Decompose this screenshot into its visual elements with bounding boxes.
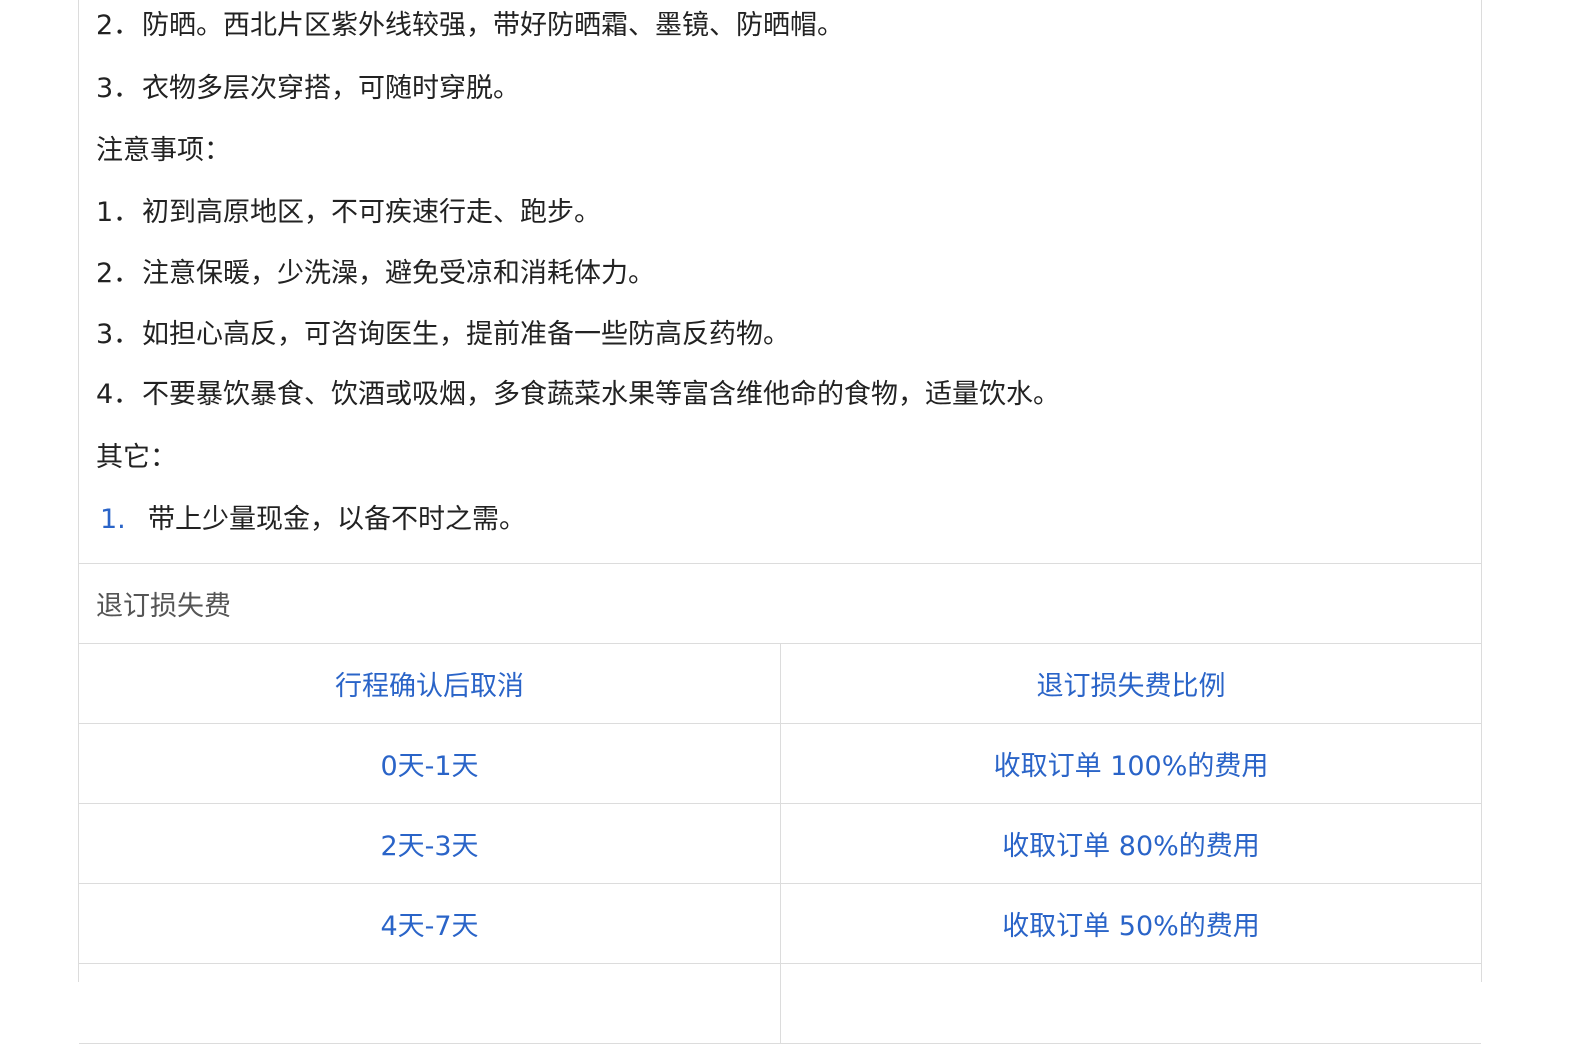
list-item-text: 初到高原地区，不可疾速行走、跑步。 [142,197,601,228]
list-number: 2． [96,258,141,289]
caution-item-2: 2．注意保暖，少洗澡，避免受凉和消耗体力。 [96,256,655,292]
caution-item-1: 1．初到高原地区，不可疾速行走、跑步。 [96,195,601,231]
table-header-row: 行程确认后取消 退订损失费比例 [79,644,1481,724]
list-item-text: 带上少量现金，以备不时之需。 [148,504,526,535]
fee-ratio-cell: 收取订单 100%的费用 [780,723,1481,804]
list-number: 2． [96,10,141,41]
cancel-timing-cell [79,963,781,1044]
cancel-timing-cell: 4天-7天 [79,883,781,964]
cautions-heading: 注意事项： [96,135,231,166]
other-item-1: 1. 带上少量现金，以备不时之需。 [96,502,526,538]
caution-item-3: 3．如担心高反，可咨询医生，提前准备一些防高反药物。 [96,317,790,353]
list-number: 3． [96,319,141,350]
list-number: 1. [100,504,126,535]
tips-item-3: 3．衣物多层次穿搭，可随时穿脱。 [96,71,520,107]
list-item-text: 防晒。西北片区紫外线较强，带好防晒霜、墨镜、防晒帽。 [142,10,844,41]
other-heading: 其它： [96,442,177,473]
list-item-text: 注意保暖，少洗澡，避免受凉和消耗体力。 [142,258,655,289]
cancel-timing-cell: 2天-3天 [79,803,781,884]
fee-ratio-cell: 收取订单 50%的费用 [780,883,1481,964]
table-row: 0天-1天 收取订单 100%的费用 [79,723,1481,804]
list-number: 1． [96,197,141,228]
table-row: 4天-7天 收取订单 50%的费用 [79,883,1481,964]
cancel-timing-cell: 0天-1天 [79,723,781,804]
table-row [79,963,1481,1044]
list-item-text: 衣物多层次穿搭，可随时穿脱。 [142,73,520,104]
tips-item-2: 2．防晒。西北片区紫外线较强，带好防晒霜、墨镜、防晒帽。 [96,8,844,44]
list-item-text: 不要暴饮暴食、饮酒或吸烟，多食蔬菜水果等富含维他命的食物，适量饮水。 [142,379,1060,410]
notes-section: 2．防晒。西北片区紫外线较强，带好防晒霜、墨镜、防晒帽。 3．衣物多层次穿搭，可… [79,0,1481,564]
list-item-text: 如担心高反，可咨询医生，提前准备一些防高反药物。 [142,319,790,350]
table-row: 2天-3天 收取订单 80%的费用 [79,803,1481,884]
fee-ratio-cell [780,963,1481,1044]
list-number: 4． [96,379,141,410]
refund-section-title: 退订损失费 [79,564,1481,644]
column-header-fee-ratio: 退订损失费比例 [780,644,1481,724]
refund-fee-table: 行程确认后取消 退订损失费比例 0天-1天 收取订单 100%的费用 2天-3天… [79,644,1481,1044]
column-header-cancel-timing: 行程确认后取消 [79,644,781,724]
trip-notes-card: 2．防晒。西北片区紫外线较强，带好防晒霜、墨镜、防晒帽。 3．衣物多层次穿搭，可… [78,0,1482,1044]
caution-item-4: 4．不要暴饮暴食、饮酒或吸烟，多食蔬菜水果等富含维他命的食物，适量饮水。 [96,377,1060,413]
list-number: 3． [96,73,141,104]
fee-ratio-cell: 收取订单 80%的费用 [780,803,1481,884]
